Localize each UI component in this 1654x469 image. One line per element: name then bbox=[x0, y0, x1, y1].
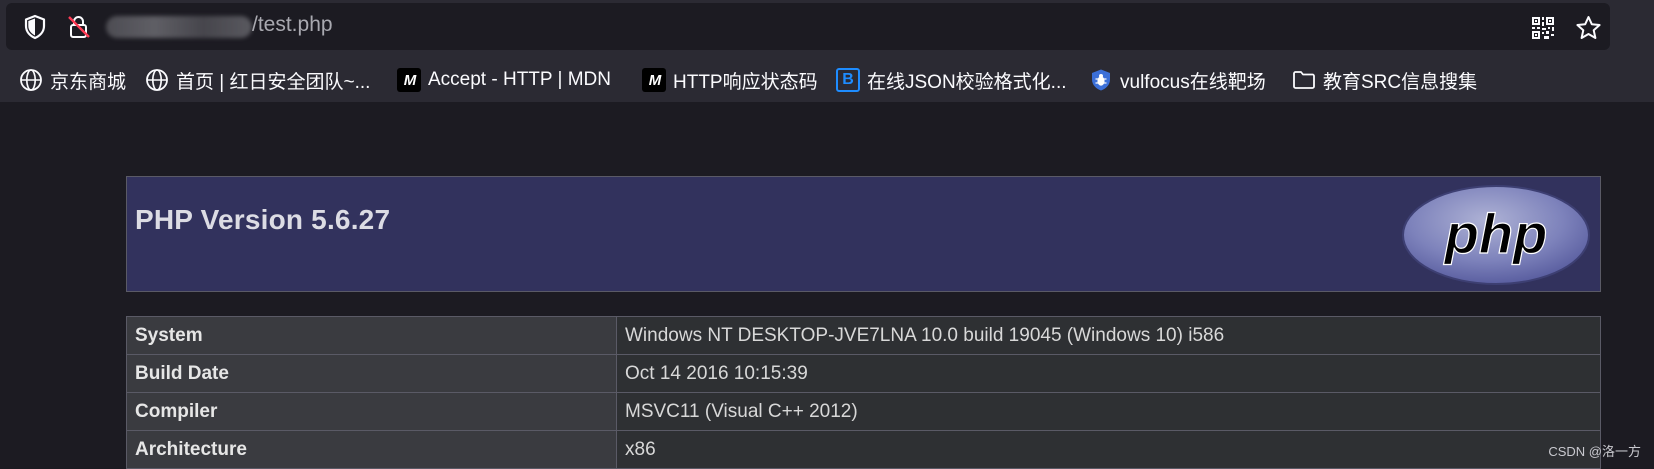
php-logo[interactable]: php bbox=[1400, 183, 1592, 287]
address-bar[interactable]: /test.php bbox=[6, 3, 1610, 50]
url-redacted-host bbox=[106, 16, 252, 38]
bejson-icon: B bbox=[836, 68, 860, 92]
globe-icon bbox=[146, 69, 168, 91]
bookmark-label: 在线JSON校验格式化... bbox=[867, 71, 1067, 93]
page-content: PHP Version 5.6.27 php System Windows NT… bbox=[0, 102, 1654, 469]
url-path-text[interactable]: /test.php bbox=[252, 13, 333, 37]
table-row: Build Date Oct 14 2016 10:15:39 bbox=[126, 354, 1601, 393]
bookmark-vulfocus[interactable]: vulfocus在线靶场 bbox=[1089, 64, 1266, 96]
mdn-icon: M bbox=[642, 68, 666, 92]
bookmark-label: 首页 | 红日安全团队~... bbox=[176, 71, 371, 93]
phpinfo-header: PHP Version 5.6.27 php bbox=[126, 176, 1601, 292]
qr-code-icon[interactable] bbox=[1531, 16, 1555, 40]
bookmarks-toolbar: 京东商城 首页 | 红日安全团队~... M Accept - HTTP | M… bbox=[0, 58, 1654, 102]
row-key: Compiler bbox=[126, 392, 617, 431]
shield-icon[interactable] bbox=[23, 14, 47, 40]
bookmark-hongri[interactable]: 首页 | 红日安全团队~... bbox=[145, 64, 370, 96]
row-value: MSVC11 (Visual C++ 2012) bbox=[616, 392, 1601, 431]
row-value: Windows NT DESKTOP-JVE7LNA 10.0 build 19… bbox=[616, 316, 1601, 355]
bookmark-label: 京东商城 bbox=[50, 71, 127, 93]
star-icon[interactable] bbox=[1575, 15, 1602, 41]
row-key: System bbox=[126, 316, 617, 355]
row-key: Build Date bbox=[126, 354, 617, 393]
phpinfo-table: System Windows NT DESKTOP-JVE7LNA 10.0 b… bbox=[126, 316, 1601, 469]
row-value: x86 bbox=[616, 430, 1601, 469]
page-title: PHP Version 5.6.27 bbox=[135, 204, 391, 235]
row-key: Architecture bbox=[126, 430, 617, 469]
table-row: Architecture x86 bbox=[126, 430, 1601, 469]
bookmark-label: 教育SRC信息搜集 bbox=[1323, 71, 1478, 93]
mdn-icon: M bbox=[397, 68, 421, 92]
bookmark-label: Accept - HTTP | MDN bbox=[428, 69, 611, 90]
bookmark-label: vulfocus在线靶场 bbox=[1120, 71, 1266, 93]
bookmark-folder-edu-src[interactable]: 教育SRC信息搜集 bbox=[1292, 64, 1477, 96]
bookmark-jd[interactable]: 京东商城 bbox=[19, 64, 126, 96]
csdn-watermark: CSDN @洛一方 bbox=[1548, 444, 1641, 459]
bookmark-mdn-accept[interactable]: M Accept - HTTP | MDN bbox=[397, 64, 611, 96]
bookmark-label: HTTP响应状态码 bbox=[673, 71, 818, 93]
browser-chrome: /test.php 京东商城 首页 | 红日安全团队~... M Accept … bbox=[0, 0, 1654, 102]
bug-shield-icon bbox=[1092, 69, 1110, 91]
row-value: Oct 14 2016 10:15:39 bbox=[616, 354, 1601, 393]
insecure-lock-icon[interactable] bbox=[66, 14, 92, 40]
bookmark-mdn-status[interactable]: M HTTP响应状态码 bbox=[642, 64, 818, 96]
folder-icon bbox=[1293, 71, 1315, 89]
bookmark-bejson[interactable]: B 在线JSON校验格式化... bbox=[836, 64, 1067, 96]
svg-text:php: php bbox=[1443, 202, 1548, 265]
table-row: Compiler MSVC11 (Visual C++ 2012) bbox=[126, 392, 1601, 431]
globe-icon bbox=[20, 69, 42, 91]
table-row: System Windows NT DESKTOP-JVE7LNA 10.0 b… bbox=[126, 316, 1601, 355]
